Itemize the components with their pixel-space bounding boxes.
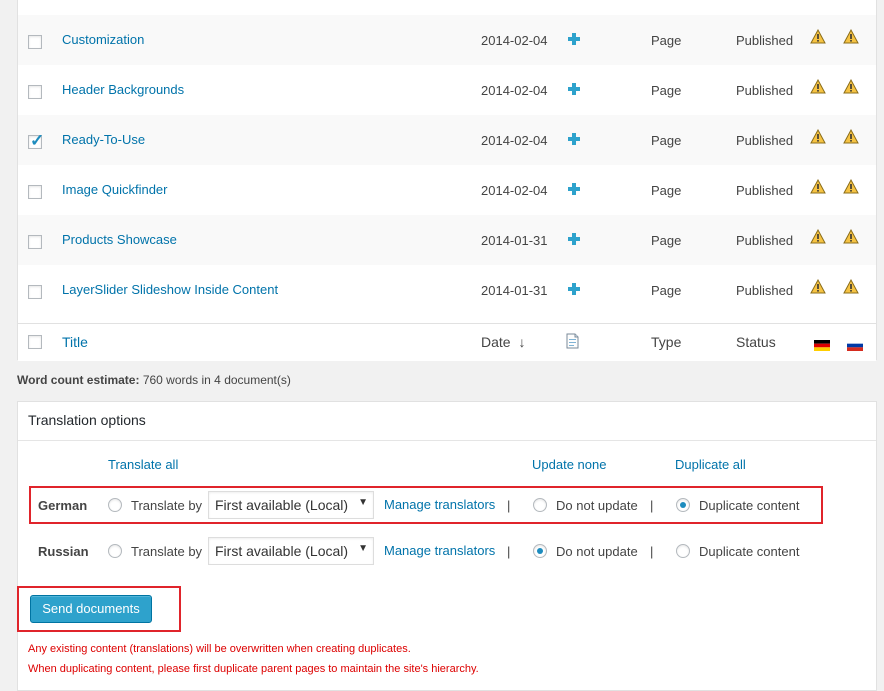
- plus-icon[interactable]: [568, 83, 580, 95]
- post-type: Page: [651, 283, 682, 298]
- sort-arrow-icon: ↓: [518, 334, 526, 350]
- do-not-update-radio[interactable]: [533, 544, 547, 558]
- warning-icon[interactable]: [843, 229, 859, 244]
- post-status: Published: [736, 283, 794, 298]
- translate-all-link[interactable]: Translate all: [108, 457, 178, 472]
- word-count-value: 760 words in 4 document(s): [142, 373, 291, 387]
- highlight-box: [17, 586, 181, 632]
- table-row: ✓ Ready-To-Use 2014-02-04 Page Published: [18, 115, 876, 165]
- post-date: 2014-02-04: [481, 133, 548, 148]
- translate-by-label: Translate by: [131, 544, 203, 559]
- column-status: Status: [736, 334, 776, 350]
- post-type: Page: [651, 183, 682, 198]
- plus-icon[interactable]: [568, 183, 580, 195]
- plus-icon[interactable]: [568, 33, 580, 45]
- warning-icon[interactable]: [810, 179, 826, 194]
- warning-icon[interactable]: [843, 79, 859, 94]
- checkmark-icon: ✓: [30, 131, 45, 150]
- separator: |: [507, 544, 511, 559]
- post-title-link[interactable]: Ready-To-Use: [62, 132, 145, 147]
- warning-icon[interactable]: [843, 279, 859, 294]
- language-name: Russian: [38, 544, 89, 559]
- duplicate-content-label: Duplicate content: [699, 544, 800, 559]
- post-date: 2014-01-31: [481, 283, 548, 298]
- plus-icon[interactable]: [568, 283, 580, 295]
- duplicate-content-radio[interactable]: [676, 544, 690, 558]
- post-status: Published: [736, 133, 794, 148]
- translator-select-value: First available (Local): [215, 543, 349, 559]
- row-checkbox[interactable]: [28, 185, 42, 199]
- post-title-link[interactable]: Image Quickfinder: [62, 182, 168, 197]
- divider: [18, 440, 876, 441]
- post-date: 2014-02-04: [481, 183, 548, 198]
- do-not-update-label: Do not update: [556, 544, 638, 559]
- warning-icon[interactable]: [810, 129, 826, 144]
- row-checkbox[interactable]: [28, 235, 42, 249]
- language-row-russian: Russian Translate by First available (Lo…: [28, 532, 818, 570]
- post-type: Page: [651, 83, 682, 98]
- row-checkbox[interactable]: [28, 35, 42, 49]
- duplicate-warning-note: Any existing content (translations) will…: [28, 643, 411, 655]
- translation-options-panel: Translation options Translate all Update…: [17, 401, 877, 691]
- plus-icon[interactable]: [568, 133, 580, 145]
- update-none-link[interactable]: Update none: [532, 457, 606, 472]
- duplicate-all-link[interactable]: Duplicate all: [675, 457, 746, 472]
- translate-by-radio[interactable]: [108, 544, 122, 558]
- post-date: 2014-02-04: [481, 33, 548, 48]
- post-date: 2014-01-31: [481, 233, 548, 248]
- documents-table: Customization 2014-02-04 Page Published …: [17, 0, 877, 361]
- table-row: LayerSlider Slideshow Inside Content 201…: [18, 265, 876, 315]
- hierarchy-warning-note: When duplicating content, please first d…: [28, 663, 479, 675]
- document-icon: [566, 333, 579, 352]
- warning-icon[interactable]: [843, 29, 859, 44]
- warning-icon[interactable]: [810, 79, 826, 94]
- column-date-sort[interactable]: Date ↓: [481, 334, 525, 350]
- post-type: Page: [651, 33, 682, 48]
- word-count-label: Word count estimate:: [17, 373, 140, 387]
- row-checkbox[interactable]: [28, 85, 42, 99]
- column-type: Type: [651, 334, 682, 350]
- highlight-box: [29, 486, 823, 524]
- table-footer-header: Title Date ↓ Type Status: [18, 323, 876, 361]
- translator-select[interactable]: First available (Local) ▼: [208, 537, 374, 565]
- separator: |: [650, 544, 654, 559]
- column-date-label: Date: [481, 334, 511, 350]
- russian-flag-icon: [847, 339, 863, 351]
- row-checkbox[interactable]: ✓: [28, 131, 44, 150]
- post-status: Published: [736, 33, 794, 48]
- warning-icon[interactable]: [810, 229, 826, 244]
- post-type: Page: [651, 133, 682, 148]
- table-row: Image Quickfinder 2014-02-04 Page Publis…: [18, 165, 876, 215]
- table-row: Customization 2014-02-04 Page Published: [18, 15, 876, 65]
- column-title-sort[interactable]: Title: [62, 334, 88, 350]
- manage-translators-link[interactable]: Manage translators: [384, 543, 495, 558]
- warning-icon[interactable]: [843, 129, 859, 144]
- warning-icon[interactable]: [810, 29, 826, 44]
- post-status: Published: [736, 83, 794, 98]
- table-row: Header Backgrounds 2014-02-04 Page Publi…: [18, 65, 876, 115]
- select-all-checkbox[interactable]: [28, 335, 42, 349]
- plus-icon[interactable]: [568, 233, 580, 245]
- dropdown-arrow-icon: ▼: [358, 543, 368, 554]
- translation-options-title: Translation options: [28, 412, 146, 428]
- post-title-link[interactable]: Header Backgrounds: [62, 82, 184, 97]
- post-date: 2014-02-04: [481, 83, 548, 98]
- post-type: Page: [651, 233, 682, 248]
- table-row: Products Showcase 2014-01-31 Page Publis…: [18, 215, 876, 265]
- post-title-link[interactable]: Products Showcase: [62, 232, 177, 247]
- post-title-link[interactable]: LayerSlider Slideshow Inside Content: [62, 282, 278, 297]
- post-status: Published: [736, 233, 794, 248]
- warning-icon[interactable]: [810, 279, 826, 294]
- word-count-estimate: Word count estimate: 760 words in 4 docu…: [17, 373, 291, 387]
- post-title-link[interactable]: Customization: [62, 32, 144, 47]
- warning-icon[interactable]: [843, 179, 859, 194]
- post-status: Published: [736, 183, 794, 198]
- german-flag-icon: [814, 339, 830, 351]
- row-checkbox[interactable]: [28, 285, 42, 299]
